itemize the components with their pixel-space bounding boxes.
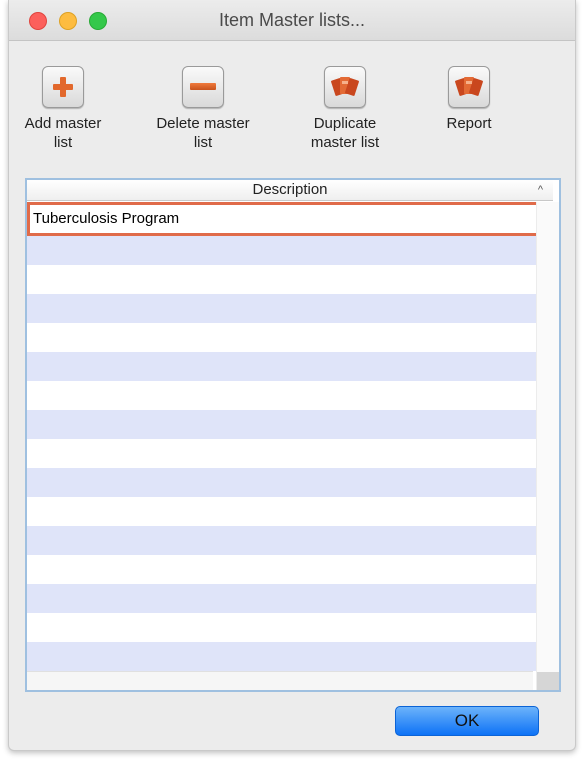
report-label: Report bbox=[446, 115, 492, 132]
table-row-empty[interactable] bbox=[27, 497, 553, 526]
delete-master-list-label: Delete master list bbox=[156, 115, 250, 151]
description-header-label: Description bbox=[252, 181, 328, 198]
table-row-empty[interactable] bbox=[27, 265, 553, 294]
vertical-scrollbar[interactable] bbox=[536, 202, 559, 690]
minus-icon bbox=[182, 66, 224, 108]
add-master-list-button[interactable]: Add master list bbox=[9, 66, 133, 152]
cards-icon bbox=[448, 66, 490, 108]
table-row-empty[interactable] bbox=[27, 352, 553, 381]
table-row-empty[interactable] bbox=[27, 613, 553, 642]
table-row-empty[interactable] bbox=[27, 642, 553, 671]
row-description: Tuberculosis Program bbox=[33, 210, 180, 227]
report-button[interactable]: Report bbox=[399, 66, 539, 133]
cards-icon bbox=[324, 66, 366, 108]
scroll-corner bbox=[537, 672, 559, 690]
add-master-list-label: Add master list bbox=[24, 115, 102, 151]
table-row-empty[interactable] bbox=[27, 381, 553, 410]
item-master-lists-window: Item Master lists... Add master list Del… bbox=[8, 0, 576, 751]
table-rows: Tuberculosis Program bbox=[27, 202, 553, 671]
title-bar: Item Master lists... bbox=[9, 0, 575, 41]
table-row-empty[interactable] bbox=[27, 294, 553, 323]
duplicate-master-list-button[interactable]: Duplicate master list bbox=[275, 66, 415, 152]
plus-icon bbox=[42, 66, 84, 108]
table-row-empty[interactable] bbox=[27, 526, 553, 555]
table-row-empty[interactable] bbox=[27, 410, 553, 439]
table-row-empty[interactable] bbox=[27, 236, 553, 265]
table-row-empty[interactable] bbox=[27, 468, 553, 497]
sort-ascending-icon: ^ bbox=[537, 184, 543, 196]
table-row-empty[interactable] bbox=[27, 323, 553, 352]
description-column-header[interactable]: Description ^ bbox=[27, 180, 553, 201]
horizontal-scrollbar[interactable] bbox=[27, 671, 533, 690]
delete-master-list-button[interactable]: Delete master list bbox=[133, 66, 273, 152]
ok-button[interactable]: OK bbox=[395, 706, 539, 736]
master-lists-table[interactable]: Description ^ Tuberculosis Program bbox=[25, 178, 561, 692]
table-row-empty[interactable] bbox=[27, 555, 553, 584]
table-row-empty[interactable] bbox=[27, 584, 553, 613]
table-row[interactable]: Tuberculosis Program bbox=[27, 202, 553, 236]
window-title: Item Master lists... bbox=[218, 10, 366, 30]
duplicate-master-list-label: Duplicate master list bbox=[310, 115, 380, 151]
table-row-empty[interactable] bbox=[27, 439, 553, 468]
